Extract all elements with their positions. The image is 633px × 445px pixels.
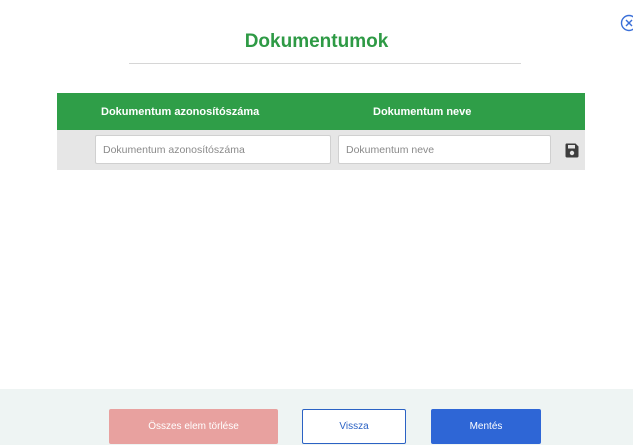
save-icon[interactable] xyxy=(565,143,579,158)
document-name-input[interactable] xyxy=(338,135,551,164)
table-row xyxy=(57,130,585,170)
title-divider xyxy=(129,63,521,64)
column-header-document-name: Dokumentum neve xyxy=(373,106,472,118)
column-header-document-id: Dokumentum azonosítószáma xyxy=(101,106,260,118)
clear-all-button[interactable]: Összes elem törlése xyxy=(109,409,278,444)
document-id-input[interactable] xyxy=(95,135,331,164)
dialog-title: Dokumentumok xyxy=(244,31,389,52)
back-button[interactable]: Vissza xyxy=(302,409,406,444)
save-button[interactable]: Mentés xyxy=(431,409,541,444)
documents-table: Dokumentum azonosítószáma Dokumentum nev… xyxy=(57,93,585,170)
table-header: Dokumentum azonosítószáma Dokumentum nev… xyxy=(57,93,585,130)
close-icon[interactable] xyxy=(620,14,633,32)
